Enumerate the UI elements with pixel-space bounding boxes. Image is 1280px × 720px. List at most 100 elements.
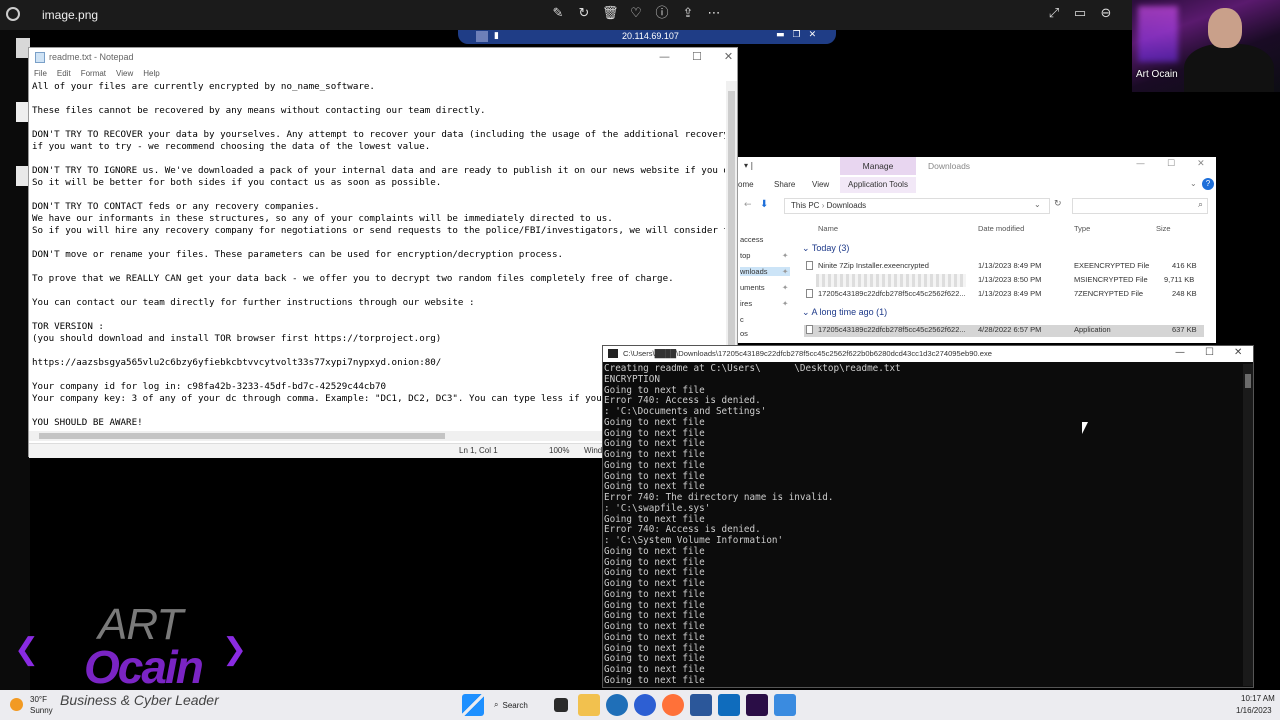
down-arrow-icon[interactable]: ⬇: [760, 199, 768, 210]
close-icon[interactable]: ✕: [1234, 347, 1242, 358]
breadcrumb-downloads[interactable]: Downloads: [827, 201, 867, 210]
nav-item-videos[interactable]: os: [740, 329, 748, 338]
task-view-icon[interactable]: [554, 698, 568, 712]
rdp-close-icon[interactable]: ✕: [809, 30, 817, 40]
file-explorer-icon[interactable]: [578, 694, 600, 716]
tab-home[interactable]: ome: [738, 180, 754, 189]
premiere-icon[interactable]: [746, 694, 768, 716]
file-icon: [806, 261, 813, 270]
scroll-thumb[interactable]: [39, 433, 445, 439]
chevron-right-icon: ❯: [222, 632, 248, 667]
fullscreen-icon[interactable]: ⤢: [1046, 6, 1062, 22]
nav-item-quick-access[interactable]: access: [740, 235, 763, 244]
rotate-icon[interactable]: ↻: [576, 6, 592, 22]
pin-icon[interactable]: [476, 31, 488, 42]
file-date: 1/13/2023 8:49 PM: [978, 261, 1042, 270]
word-icon[interactable]: [690, 694, 712, 716]
minimize-icon[interactable]: —: [659, 50, 670, 63]
console-titlebar[interactable]: C:\Users\████\Downloads\17205c43189c22df…: [603, 346, 1253, 362]
menu-help[interactable]: Help: [138, 67, 164, 81]
console-window[interactable]: C:\Users\████\Downloads\17205c43189c22df…: [602, 345, 1254, 688]
console-output[interactable]: Creating readme at C:\Users\ \Desktop\re…: [604, 364, 1240, 686]
firefox-icon[interactable]: [662, 694, 684, 716]
close-icon[interactable]: ✕: [1197, 159, 1205, 169]
menu-view[interactable]: View: [111, 67, 138, 81]
redacted-filename: [816, 274, 966, 287]
edit-icon[interactable]: ✎: [550, 6, 566, 22]
windows-start-icon[interactable]: [462, 694, 484, 716]
text-line: [32, 153, 725, 165]
share-icon[interactable]: ⇪: [680, 6, 696, 22]
group-long-ago[interactable]: ⌄ A long time ago (1): [802, 307, 887, 318]
text-line: [32, 285, 725, 297]
file-row[interactable]: 1/13/2023 8:50 PM MSIENCRYPTED File 9,71…: [804, 274, 1204, 287]
refresh-icon[interactable]: ↻: [1054, 199, 1062, 209]
weather-condition[interactable]: Sunny: [30, 706, 53, 715]
nav-item-pictures[interactable]: ires: [740, 299, 752, 308]
nav-item-desktop[interactable]: top: [740, 251, 750, 260]
edge-icon[interactable]: [606, 694, 628, 716]
address-dropdown-icon[interactable]: ⌄: [1034, 200, 1041, 209]
nav-item-pc[interactable]: c: [740, 315, 744, 324]
taskbar-search[interactable]: ⌕ Search: [490, 694, 544, 716]
minimize-icon[interactable]: —: [1136, 159, 1145, 169]
file-row[interactable]: 17205c43189c22dfcb278f5cc45c2562f622... …: [804, 325, 1204, 337]
notepad-titlebar[interactable]: readme.txt - Notepad — ☐ ✕: [29, 48, 737, 66]
rdp-minimize-icon[interactable]: ▬: [776, 30, 785, 40]
column-date-modified[interactable]: Date modified: [978, 224, 1024, 233]
menu-edit[interactable]: Edit: [52, 67, 76, 81]
more-icon[interactable]: ⋯: [706, 6, 722, 22]
nav-item-documents[interactable]: uments: [740, 283, 765, 292]
search-box[interactable]: ⌕: [1072, 198, 1208, 214]
column-name[interactable]: Name: [818, 224, 838, 233]
menu-file[interactable]: File: [29, 67, 52, 81]
clock-date[interactable]: 1/16/2023: [1236, 706, 1272, 715]
info-icon[interactable]: ⓘ: [654, 6, 670, 22]
clock-time[interactable]: 10:17 AM: [1241, 694, 1275, 703]
rdp-restore-icon[interactable]: ❐: [793, 30, 801, 40]
remote-desktop-icon[interactable]: [774, 694, 796, 716]
tab-manage[interactable]: Manage: [840, 157, 916, 175]
zoom-app-icon[interactable]: [634, 694, 656, 716]
maximize-icon[interactable]: ☐: [1205, 347, 1214, 358]
text-line: You can contact our team directly for fu…: [32, 297, 475, 308]
tab-view[interactable]: View: [812, 180, 829, 189]
ribbon-expand-icon[interactable]: ⌄: [1190, 179, 1197, 188]
minimize-icon[interactable]: —: [1175, 347, 1185, 358]
delete-icon[interactable]: 🗑: [602, 6, 619, 22]
maximize-icon[interactable]: ☐: [1167, 159, 1175, 169]
menu-format[interactable]: Format: [76, 67, 111, 81]
tab-application-tools[interactable]: Application Tools: [840, 177, 916, 193]
notepad-app-icon[interactable]: [718, 694, 740, 716]
text-line: DON'T TRY TO IGNORE us. We've downloaded…: [32, 165, 725, 176]
favorite-icon[interactable]: ♡: [628, 6, 644, 22]
zoom-out-icon[interactable]: ⊖: [1098, 6, 1114, 22]
close-icon[interactable]: ✕: [724, 50, 733, 63]
text-line: [32, 309, 725, 321]
group-today[interactable]: ⌄ Today (3): [802, 243, 849, 254]
file-row[interactable]: 17205c43189c22dfcb278f5cc45c2562f622... …: [804, 289, 1204, 301]
scroll-thumb[interactable]: [1245, 374, 1251, 388]
line-ending: Wind: [584, 446, 603, 455]
address-bar[interactable]: This PC › Downloads: [784, 198, 1050, 214]
help-icon[interactable]: ?: [1202, 178, 1214, 190]
back-arrow-icon[interactable]: ←: [744, 200, 752, 210]
text-line: DON'T TRY TO CONTACT feds or any recover…: [32, 201, 320, 212]
column-type[interactable]: Type: [1074, 224, 1090, 233]
filmstrip-icon[interactable]: ▭: [1072, 6, 1088, 22]
console-scrollbar[interactable]: [1243, 364, 1253, 686]
text-line: TOR VERSION :: [32, 321, 104, 332]
brand-ocain: Ocain: [84, 641, 204, 693]
chevron-left-icon: ❮: [14, 632, 40, 667]
pin-icon: ✦: [782, 251, 789, 260]
tab-share[interactable]: Share: [774, 180, 795, 189]
explorer-window[interactable]: ▾ | Manage Downloads — ☐ ✕ ome Share Vie…: [738, 157, 1216, 343]
breadcrumb-this-pc[interactable]: This PC: [791, 201, 819, 210]
sun-icon[interactable]: [10, 698, 23, 711]
file-row[interactable]: Ninite 7Zip Installer.exeencrypted 1/13/…: [804, 261, 1204, 273]
text-line: So it will be better for both sides if y…: [32, 177, 442, 188]
quick-access-icon[interactable]: ▾ |: [744, 161, 753, 170]
weather-temperature[interactable]: 30°F: [30, 695, 47, 704]
column-size[interactable]: Size: [1156, 224, 1171, 233]
maximize-icon[interactable]: ☐: [692, 50, 702, 63]
